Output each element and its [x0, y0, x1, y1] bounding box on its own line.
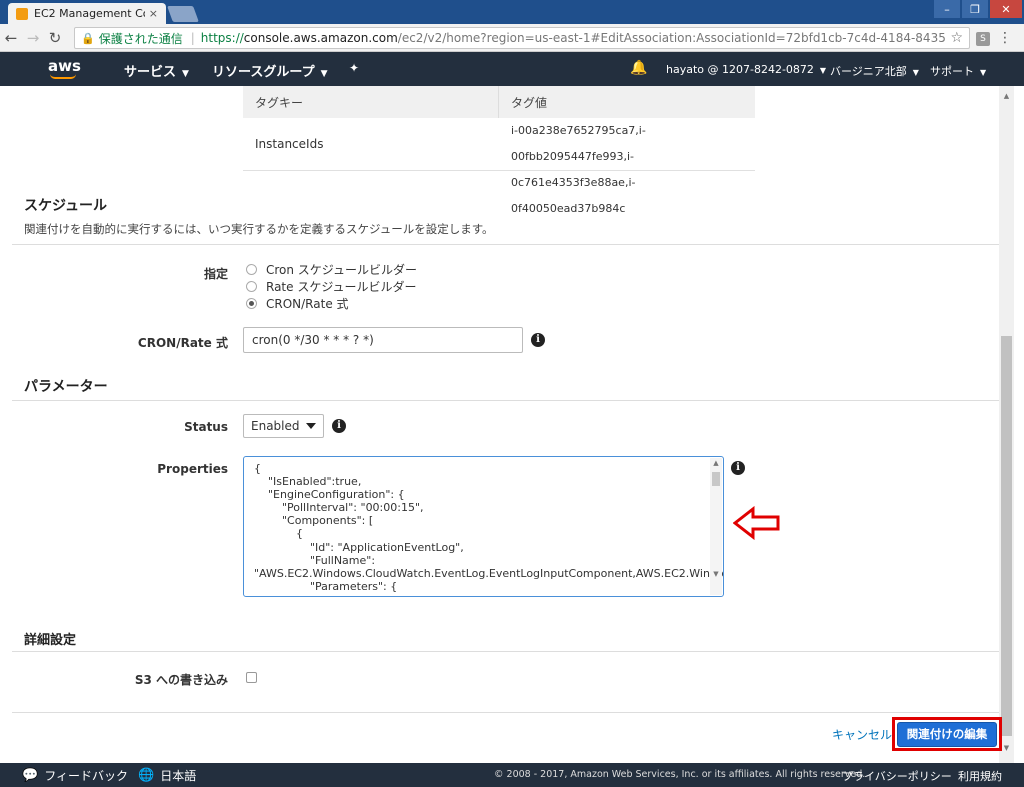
terms-link[interactable]: 利用規約: [958, 768, 1002, 784]
account-menu[interactable]: hayato @ 1207-8242-0872 ▼: [666, 63, 826, 76]
column-header-value: タグ値: [511, 96, 548, 110]
forward-icon[interactable]: →: [22, 29, 44, 47]
bookmark-star-icon[interactable]: ☆: [950, 30, 963, 46]
lock-icon: 🔒: [81, 31, 95, 45]
tag-table: タグキー タグ値 InstanceIds i-00a238e7652795ca7…: [243, 86, 755, 215]
window-minimize-button[interactable]: –: [934, 0, 960, 18]
radio-cron-builder[interactable]: Cron スケジュールビルダー: [246, 261, 417, 278]
window-restore-button[interactable]: ❐: [962, 0, 988, 18]
status-label: Status: [184, 420, 228, 434]
url-path: /ec2/v2/home?region=us-east-1#EditAssoci…: [397, 31, 947, 45]
schedule-section-title: スケジュール: [24, 198, 108, 214]
back-icon[interactable]: ←: [0, 29, 22, 47]
schedule-spec-label: 指定: [203, 267, 228, 281]
aws-footer: 💬 フィードバック 🌐 日本語 © 2008 - 2017, Amazon Web …: [0, 763, 1024, 787]
support-menu[interactable]: サポート ▼: [930, 63, 986, 79]
tag-table-header: タグキー タグ値: [243, 86, 755, 118]
divider: [12, 244, 999, 245]
s3-write-label: S3 への書き込み: [134, 673, 228, 687]
schedule-description: 関連付けを自動的に実行するには、いつ実行するかを定義するスケジュールを設定します…: [24, 222, 494, 236]
radio-circle: [246, 264, 257, 275]
pin-icon[interactable]: ✦: [349, 61, 359, 75]
properties-textarea[interactable]: { "IsEnabled":true, "EngineConfiguration…: [243, 456, 724, 597]
edit-association-button[interactable]: 関連付けの編集: [897, 722, 997, 747]
chevron-down-icon: ▼: [320, 69, 328, 79]
language-selector[interactable]: 🌐 日本語: [138, 767, 196, 784]
window-close-button[interactable]: ✕: [990, 0, 1022, 18]
radio-rate-builder[interactable]: Rate スケジュールビルダー: [246, 278, 417, 295]
table-row: InstanceIds i-00a238e7652795ca7,i-00fbb2…: [243, 118, 755, 215]
browser-tabstrip: EC2 Management Con × – ❐ ✕: [0, 0, 1024, 24]
textarea-scroll-thumb[interactable]: [712, 472, 720, 486]
tag-value-cell: i-00a238e7652795ca7,i-00fbb2095447fe993,…: [511, 124, 646, 215]
privacy-policy-link[interactable]: プライバシーポリシー: [842, 768, 952, 784]
reload-icon[interactable]: ↻: [44, 29, 66, 47]
aws-header: aws サービス ▼ リソースグループ ▼ ✦ 🔔 hayato @ 1207-82…: [0, 52, 1024, 86]
extension-icon[interactable]: S: [976, 32, 990, 46]
cron-expression-label: CRON/Rate 式: [137, 336, 228, 350]
url-host: console.aws.amazon.com: [243, 31, 398, 45]
advanced-section-title: 詳細設定: [24, 633, 77, 648]
cancel-button[interactable]: キャンセル: [832, 726, 892, 743]
red-arrow-annotation-icon: [733, 506, 780, 540]
feedback-link[interactable]: 💬 フィードバック: [22, 767, 128, 784]
resource-groups-menu[interactable]: リソースグループ ▼: [212, 61, 328, 80]
browser-tab[interactable]: EC2 Management Con ×: [8, 3, 166, 24]
properties-text: { "IsEnabled":true, "EngineConfiguration…: [254, 462, 723, 593]
scroll-up-icon[interactable]: ▲: [710, 459, 722, 467]
copyright-text: © 2008 - 2017, Amazon Web Services, Inc.…: [494, 769, 866, 780]
tag-key-cell: InstanceIds: [255, 137, 324, 151]
url-scheme: https://: [200, 31, 244, 45]
page-scroll-thumb[interactable]: [1001, 336, 1012, 736]
textarea-scrollbar[interactable]: ▲ ▼: [710, 458, 722, 595]
globe-icon: 🌐: [138, 768, 155, 783]
aws-smile-icon: [50, 74, 76, 79]
radio-circle: [246, 281, 257, 292]
region-menu[interactable]: バージニア北部 ▼: [830, 63, 919, 79]
column-header-key: タグキー: [243, 86, 499, 118]
aws-favicon-icon: [16, 7, 28, 20]
address-bar[interactable]: 🔒 保護された通信 | https:// console.aws.amazon.…: [74, 27, 970, 49]
info-icon[interactable]: i: [731, 461, 745, 475]
divider: [12, 400, 999, 401]
aws-logo[interactable]: aws: [48, 57, 81, 79]
secure-label: 保護された通信: [98, 31, 183, 46]
chevron-down-icon: ▼: [819, 66, 827, 75]
chevron-down-icon: ▼: [980, 68, 987, 77]
s3-write-checkbox[interactable]: [246, 672, 257, 683]
new-tab-button[interactable]: [167, 6, 199, 22]
radio-circle-selected: [246, 298, 257, 309]
tab-title: EC2 Management Con: [34, 7, 145, 20]
info-icon[interactable]: i: [531, 333, 545, 347]
scroll-up-icon[interactable]: ▲: [1000, 92, 1013, 100]
divider: [12, 651, 999, 652]
cron-expression-input[interactable]: [243, 327, 523, 353]
dropdown-arrow-icon: [306, 423, 316, 429]
services-menu[interactable]: サービス ▼: [124, 61, 189, 80]
bell-icon[interactable]: 🔔: [630, 60, 647, 76]
properties-label: Properties: [157, 462, 228, 476]
scroll-down-icon[interactable]: ▼: [710, 570, 722, 578]
browser-menu-icon[interactable]: ⋮: [998, 30, 1012, 46]
chevron-down-icon: ▼: [182, 69, 189, 79]
chevron-down-icon: ▼: [912, 68, 919, 77]
browser-toolbar: ← → ↻ 🔒 保護された通信 | https:// console.aws.a…: [0, 24, 1024, 52]
divider: [12, 712, 999, 713]
radio-cron-rate-expression[interactable]: CRON/Rate 式: [246, 295, 349, 312]
parameters-section-title: パラメーター: [24, 379, 108, 395]
info-icon[interactable]: i: [332, 419, 346, 433]
main-content: タグキー タグ値 InstanceIds i-00a238e7652795ca7…: [0, 86, 999, 763]
status-select[interactable]: Enabled: [243, 414, 324, 438]
speech-bubble-icon: 💬: [22, 768, 39, 783]
tab-close-icon[interactable]: ×: [149, 7, 158, 20]
